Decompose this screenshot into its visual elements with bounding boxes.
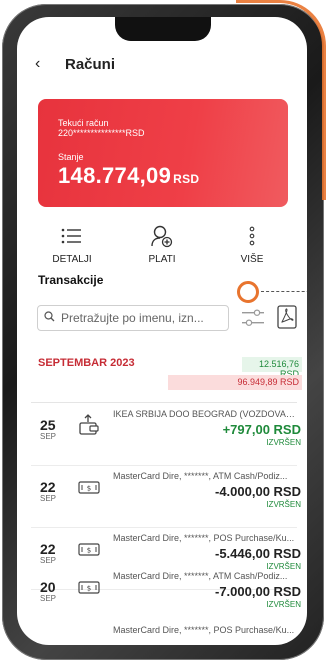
transaction-description: MasterCard Dire, *******, POS Purchase/K… xyxy=(113,533,295,543)
transaction-status: IZVRŠEN xyxy=(266,438,301,447)
account-number: 220***************RSD xyxy=(58,128,145,138)
more-button[interactable]: VIŠE xyxy=(217,222,287,265)
transaction-amount: -5.446,00 RSD xyxy=(215,546,301,561)
transaction-day: 20 xyxy=(40,579,56,595)
search-placeholder: Pretražujte po imenu, izn... xyxy=(61,311,204,325)
details-button[interactable]: DETALJI xyxy=(37,222,107,265)
deposit-icon xyxy=(77,413,101,437)
transaction-day: 25 xyxy=(40,417,56,433)
pay-label: PLATI xyxy=(148,254,176,265)
balance-label: Stanje xyxy=(58,152,84,162)
filter-icon[interactable] xyxy=(241,308,265,328)
page-title: Računi xyxy=(65,56,116,73)
details-label: DETALJI xyxy=(52,254,92,265)
balance-value: 148.774,09 xyxy=(58,163,172,188)
svg-text:$: $ xyxy=(87,485,91,493)
pay-user-icon xyxy=(127,222,197,250)
account-balance: 148.774,09 RSD xyxy=(58,163,199,189)
transaction-row[interactable]: 22 SEP $ MasterCard Dire, *******, ATM C… xyxy=(17,467,307,527)
hotspot-pointer-line xyxy=(261,291,307,292)
transaction-status: IZVRŠEN xyxy=(266,600,301,609)
row-separator xyxy=(31,527,297,528)
account-name: Tekući račun xyxy=(58,118,109,128)
transaction-status: IZVRŠEN xyxy=(266,500,301,509)
svg-text:$: $ xyxy=(87,547,91,555)
svg-text:$: $ xyxy=(87,585,91,593)
transaction-description: MasterCard Dire, *******, ATM Cash/Podiz… xyxy=(113,471,288,481)
row-separator xyxy=(31,465,297,466)
transaction-description: IKEA SRBIJA DOO BEOGRAD (VOZDOVAC),... xyxy=(113,409,301,419)
transaction-month: SEP xyxy=(40,494,57,503)
cash-icon: $ xyxy=(77,537,101,561)
transaction-description: MasterCard Dire, *******, POS Purchase/K… xyxy=(113,625,295,635)
month-income: 12.516,76 RSD xyxy=(242,357,302,379)
transaction-month: SEP xyxy=(40,594,57,603)
account-card[interactable]: Tekući račun 220***************RSD Stanj… xyxy=(38,99,288,207)
month-label: SEPTEMBAR 2023 xyxy=(38,357,135,369)
transaction-month: SEP xyxy=(40,432,57,441)
divider xyxy=(31,402,297,403)
phone-notch xyxy=(115,17,211,41)
search-input[interactable]: Pretražujte po imenu, izn... xyxy=(37,305,229,331)
transaction-day: 22 xyxy=(40,479,56,495)
transaction-row[interactable]: MasterCard Dire, *******, POS Purchase/K… xyxy=(17,621,307,645)
transaction-amount: -7.000,00 RSD xyxy=(215,584,301,599)
transaction-month: SEP xyxy=(40,556,57,565)
tutorial-hotspot[interactable] xyxy=(237,281,259,303)
cash-icon: $ xyxy=(77,575,101,599)
quick-actions: DETALJI PLATI VIŠE xyxy=(17,222,307,272)
header: ‹ Računi xyxy=(17,53,307,83)
transaction-row[interactable]: 25 SEP IKEA SRBIJA DOO BEOGRAD (VOZDOVAC… xyxy=(17,405,307,465)
transaction-description: MasterCard Dire, *******, ATM Cash/Podiz… xyxy=(113,571,288,581)
month-summary: SEPTEMBAR 2023 12.516,76 RSD 96.949,89 R… xyxy=(17,357,307,397)
transaction-amount: +797,00 RSD xyxy=(222,422,301,437)
month-expense: 96.949,89 RSD xyxy=(168,375,302,390)
app-screen: ‹ Računi Tekući račun 220***************… xyxy=(17,17,307,645)
pay-button[interactable]: PLATI xyxy=(127,222,197,265)
balance-currency: RSD xyxy=(173,172,200,186)
transaction-row[interactable]: 20 SEP $ MasterCard Dire, *******, ATM C… xyxy=(17,567,307,627)
transactions-heading: Transakcije xyxy=(38,273,104,287)
pdf-export-icon[interactable] xyxy=(276,305,298,329)
back-icon[interactable]: ‹ xyxy=(35,55,40,73)
more-vertical-icon xyxy=(217,222,287,250)
search-icon xyxy=(44,311,55,325)
cash-icon: $ xyxy=(77,475,101,499)
transaction-amount: -4.000,00 RSD xyxy=(215,484,301,499)
transaction-day: 22 xyxy=(40,541,56,557)
list-icon xyxy=(37,222,107,250)
more-label: VIŠE xyxy=(240,254,264,265)
